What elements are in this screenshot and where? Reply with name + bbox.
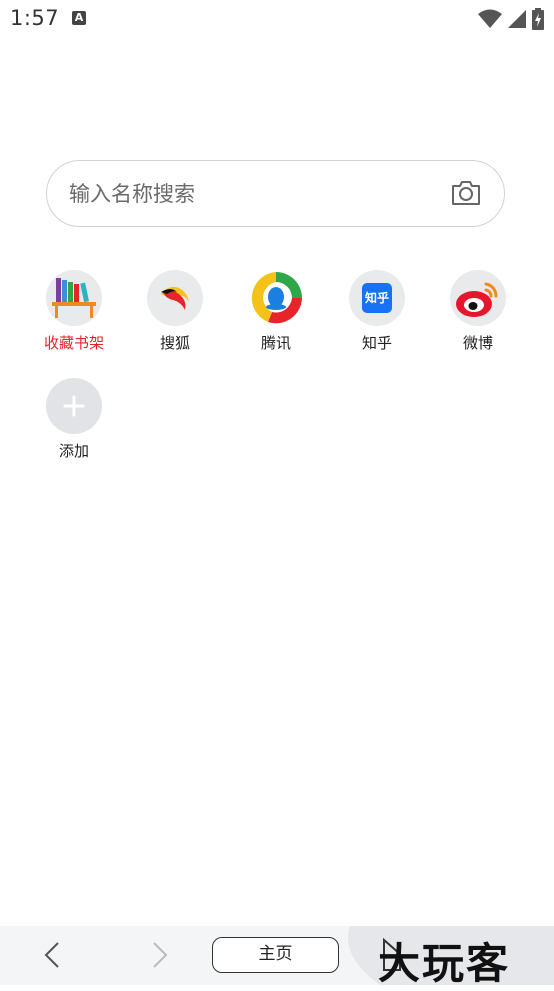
forward-arrow-icon[interactable] xyxy=(146,940,172,970)
status-bar: 1:57 A xyxy=(0,0,554,38)
tile-label: 微博 xyxy=(462,334,493,352)
zhihu-icon: 知乎 xyxy=(349,270,405,326)
zhihu-logo-text: 知乎 xyxy=(362,283,392,313)
bookshelf-icon xyxy=(46,270,102,326)
quick-link-add[interactable]: 添加 xyxy=(24,378,124,461)
quick-link-tencent[interactable]: 腾讯 xyxy=(226,270,326,353)
tile-label: 腾讯 xyxy=(260,334,291,352)
search-input[interactable] xyxy=(67,161,441,227)
home-button[interactable]: 主页 xyxy=(212,937,339,973)
wifi-icon xyxy=(478,9,502,28)
tile-label: 收藏书架 xyxy=(43,334,104,352)
sohu-icon xyxy=(147,270,203,326)
status-time: 1:57 xyxy=(10,6,60,30)
back-arrow-icon[interactable] xyxy=(40,940,66,970)
tile-label: 搜狐 xyxy=(159,334,190,352)
tile-label: 知乎 xyxy=(361,334,392,352)
battery-icon xyxy=(532,8,544,30)
quick-link-bookshelf[interactable]: 收藏书架 xyxy=(24,270,124,353)
plus-icon xyxy=(46,378,102,434)
quick-link-weibo[interactable]: 微博 xyxy=(428,270,528,353)
watermark-text: 大玩客 xyxy=(378,939,511,988)
tile-label: 添加 xyxy=(58,442,89,460)
weibo-icon xyxy=(450,270,506,326)
search-box[interactable] xyxy=(46,160,505,227)
system-icons xyxy=(478,8,544,30)
notification-icon: A xyxy=(72,11,86,25)
bottom-nav-bar: 主页 大玩客 xyxy=(0,926,554,988)
tencent-icon xyxy=(248,270,304,326)
quick-link-sohu[interactable]: 搜狐 xyxy=(125,270,225,353)
camera-icon[interactable] xyxy=(450,179,482,207)
signal-icon xyxy=(508,10,526,28)
quick-link-zhihu[interactable]: 知乎 知乎 xyxy=(327,270,427,353)
